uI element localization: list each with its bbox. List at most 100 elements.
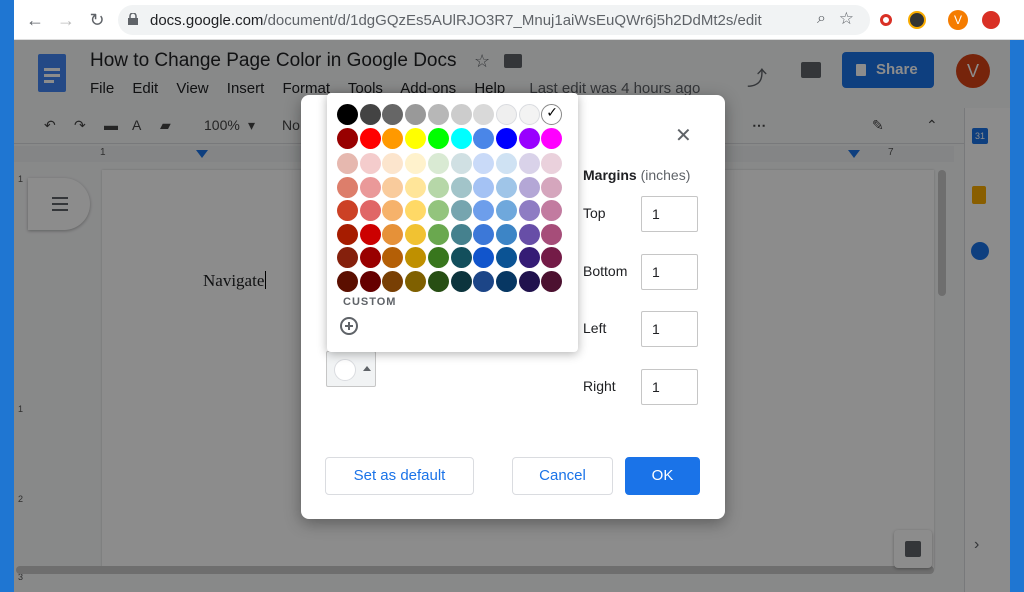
color-swatch[interactable] [450,223,472,245]
color-swatch[interactable] [427,270,449,292]
address-bar[interactable]: docs.google.com/document/d/1dgGQzEs5AUlR… [118,5,870,35]
color-swatch[interactable] [473,247,495,268]
color-swatch[interactable] [427,104,449,125]
color-swatch[interactable] [495,127,517,149]
color-swatch[interactable] [450,270,472,292]
color-swatch[interactable] [359,223,381,245]
color-swatch[interactable] [405,176,427,198]
color-swatch[interactable] [337,104,358,125]
color-swatch[interactable] [405,153,427,174]
page-color-dropdown[interactable] [326,351,376,387]
margin-top-input[interactable]: 1 [641,196,698,232]
color-swatch[interactable] [450,247,472,268]
add-custom-color-icon[interactable] [340,317,358,335]
color-swatch[interactable] [495,176,517,198]
color-swatch[interactable] [541,127,563,149]
color-swatch[interactable] [382,127,404,149]
color-swatch[interactable] [359,200,381,221]
color-swatch[interactable] [382,247,404,268]
color-swatch[interactable] [382,176,404,198]
color-swatch[interactable] [495,270,517,292]
color-swatch[interactable] [337,127,358,149]
cancel-button[interactable]: Cancel [512,457,613,495]
color-swatch[interactable] [382,200,404,221]
color-swatch[interactable] [518,176,540,198]
color-swatch[interactable] [541,223,563,245]
color-swatch[interactable] [495,247,517,268]
margin-right-input[interactable]: 1 [641,369,698,405]
color-swatch[interactable] [518,104,540,125]
back-icon[interactable]: ← [24,9,46,31]
color-swatch[interactable] [405,223,427,245]
color-swatch[interactable] [495,153,517,174]
color-swatch[interactable] [518,200,540,221]
color-swatch[interactable] [518,153,540,174]
color-swatch[interactable] [337,223,358,245]
color-swatch[interactable] [427,223,449,245]
color-swatch[interactable] [473,200,495,221]
color-swatch[interactable] [473,223,495,245]
color-swatch[interactable] [495,104,517,125]
zoom-icon[interactable]: ⌕ [817,10,826,28]
extension-icon[interactable] [908,11,926,29]
color-swatch[interactable] [405,104,427,125]
ok-button[interactable]: OK [625,457,700,495]
reload-icon[interactable]: ↻ [86,9,108,31]
color-swatch[interactable] [473,176,495,198]
color-swatch[interactable] [359,270,381,292]
color-swatch[interactable] [473,153,495,174]
color-swatch[interactable] [405,127,427,149]
color-swatch[interactable] [337,200,358,221]
color-swatch[interactable] [495,200,517,221]
margin-left-input[interactable]: 1 [641,311,698,347]
color-swatch[interactable] [473,104,495,125]
forward-icon[interactable]: → [55,9,77,31]
color-swatch[interactable] [337,153,358,174]
color-swatch[interactable] [427,247,449,268]
color-swatch[interactable] [405,200,427,221]
color-swatch[interactable] [359,247,381,268]
color-swatch[interactable] [541,247,563,268]
color-swatch[interactable] [518,223,540,245]
color-swatch[interactable] [427,153,449,174]
color-swatch[interactable] [427,200,449,221]
color-swatch[interactable] [359,153,381,174]
color-swatch[interactable] [541,200,563,221]
color-swatch[interactable] [450,127,472,149]
color-swatch[interactable] [382,153,404,174]
color-swatch[interactable] [337,270,358,292]
close-icon[interactable]: ✕ [675,123,692,148]
color-swatch[interactable] [405,270,427,292]
color-swatch[interactable] [382,270,404,292]
color-swatch[interactable] [427,176,449,198]
color-swatch[interactable] [473,270,495,292]
color-swatch[interactable] [541,153,563,174]
color-swatch[interactable] [541,270,563,292]
color-swatch[interactable] [450,176,472,198]
color-swatch[interactable] [359,127,381,149]
color-swatch[interactable] [541,176,563,198]
color-swatch[interactable] [473,127,495,149]
extension-icon[interactable] [880,14,892,26]
update-icon[interactable] [982,11,1000,29]
bookmark-star-icon[interactable]: ☆ [839,9,854,29]
set-as-default-button[interactable]: Set as default [325,457,474,495]
color-swatch[interactable] [337,247,358,268]
color-swatch[interactable] [518,127,540,149]
color-swatch[interactable] [541,104,563,125]
color-swatch[interactable] [450,104,472,125]
color-swatch[interactable] [405,247,427,268]
color-swatch[interactable] [382,104,404,125]
color-swatch[interactable] [518,247,540,268]
color-swatch[interactable] [359,104,381,125]
margin-bottom-input[interactable]: 1 [641,254,698,290]
color-swatch[interactable] [450,200,472,221]
color-swatch[interactable] [518,270,540,292]
profile-avatar[interactable]: V [948,10,968,30]
color-swatch[interactable] [337,176,358,198]
color-swatch[interactable] [427,127,449,149]
color-swatch[interactable] [359,176,381,198]
color-swatch[interactable] [450,153,472,174]
color-swatch[interactable] [495,223,517,245]
color-swatch[interactable] [382,223,404,245]
